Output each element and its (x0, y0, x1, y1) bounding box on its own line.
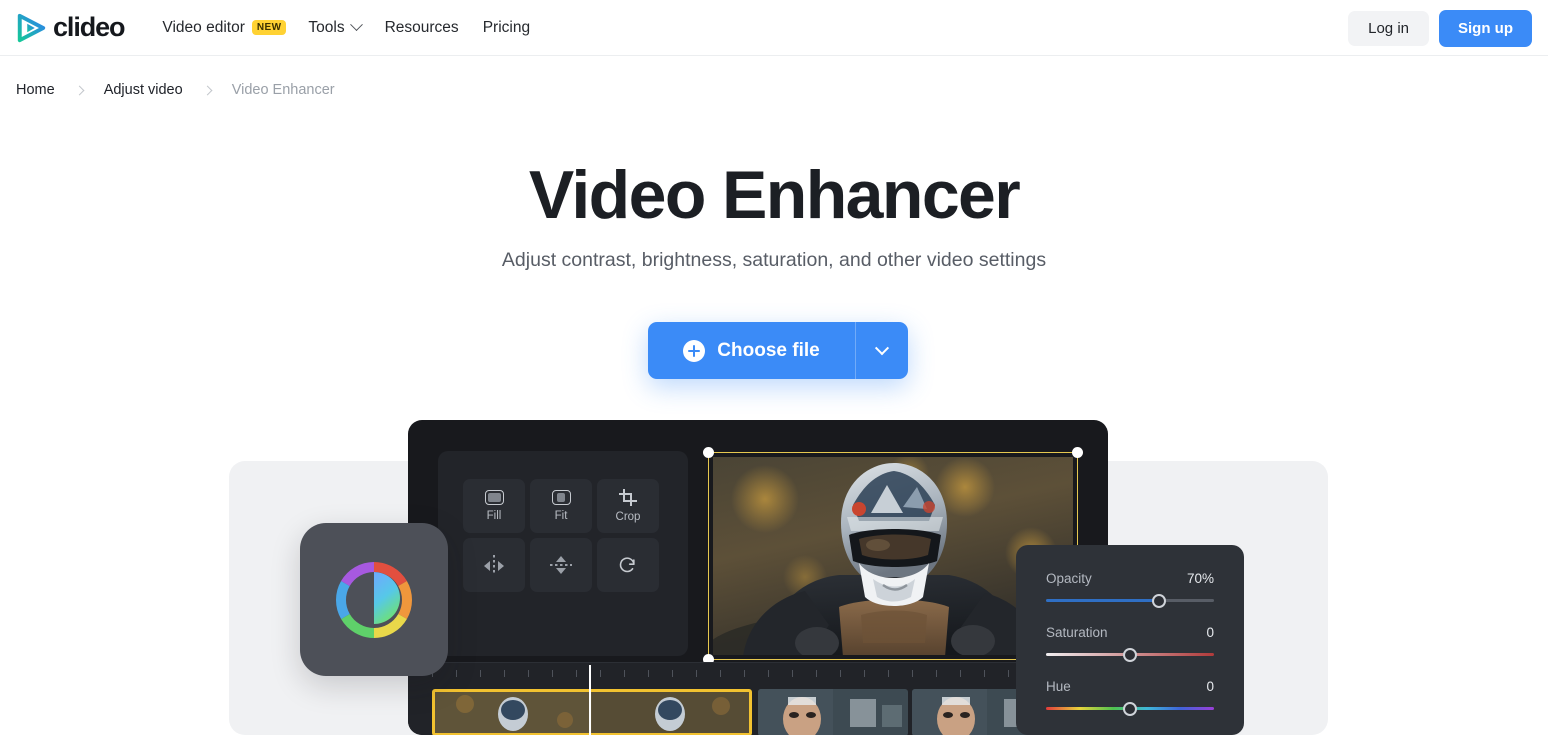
flip-vertical-icon (549, 555, 573, 575)
slider-value: 0 (1206, 625, 1214, 640)
hero-mockup: Fill Fit Crop Opacity 70% Saturation 0 H… (0, 0, 1548, 735)
flip-horizontal-tool-button[interactable] (463, 538, 525, 592)
fill-tool-button[interactable]: Fill (463, 479, 525, 533)
slider-header: Saturation 0 (1046, 625, 1214, 640)
slider-knob[interactable] (1151, 593, 1166, 608)
slider-label: Opacity (1046, 571, 1092, 586)
tool-label: Fill (486, 510, 502, 522)
rotate-tool-button[interactable] (597, 538, 659, 592)
flip-horizontal-icon (482, 555, 506, 575)
resize-handle-top-left[interactable] (703, 447, 714, 458)
slider-knob[interactable] (1123, 701, 1137, 716)
tool-label: Crop (615, 511, 641, 523)
timeline-playhead[interactable] (589, 665, 591, 735)
clip-thumbnails (435, 692, 749, 733)
slider-header: Hue 0 (1046, 679, 1214, 694)
tool-label: Fit (554, 510, 568, 522)
resize-handle-top-right[interactable] (1072, 447, 1083, 458)
video-editor-window: Fill Fit Crop (408, 420, 1108, 735)
transform-tool-panel: Fill Fit Crop (438, 451, 688, 656)
slider-opacity: Opacity 70% (1046, 571, 1214, 608)
rotate-clockwise-icon (619, 557, 635, 573)
clip-thumbnails (758, 689, 908, 735)
slider-label: Hue (1046, 679, 1071, 694)
crop-icon (619, 489, 637, 506)
fit-tool-button[interactable]: Fit (530, 479, 592, 533)
slider-value: 70% (1186, 571, 1214, 586)
slider-value: 0 (1206, 679, 1214, 694)
fit-icon (551, 490, 571, 505)
flip-vertical-tool-button[interactable] (530, 538, 592, 592)
slider-hue: Hue 0 (1046, 679, 1214, 716)
color-wheel-contrast-icon (336, 561, 412, 638)
crop-tool-button[interactable]: Crop (597, 479, 659, 533)
slider-label: Saturation (1046, 625, 1108, 640)
slider-track[interactable] (1046, 701, 1214, 716)
fill-icon (484, 490, 504, 505)
slider-knob[interactable] (1123, 647, 1137, 662)
slider-track[interactable] (1046, 593, 1214, 608)
timeline[interactable] (408, 662, 1108, 735)
timeline-ruler (408, 663, 1108, 685)
timeline-clip-selected[interactable] (432, 689, 752, 735)
slider-saturation: Saturation 0 (1046, 625, 1214, 662)
color-adjust-card (300, 523, 448, 676)
adjustment-sliders-panel: Opacity 70% Saturation 0 Hue 0 (1016, 545, 1244, 735)
slider-header: Opacity 70% (1046, 571, 1214, 586)
transform-tool-grid: Fill Fit Crop (463, 479, 659, 592)
timeline-clip[interactable] (758, 689, 908, 735)
slider-track[interactable] (1046, 647, 1214, 662)
